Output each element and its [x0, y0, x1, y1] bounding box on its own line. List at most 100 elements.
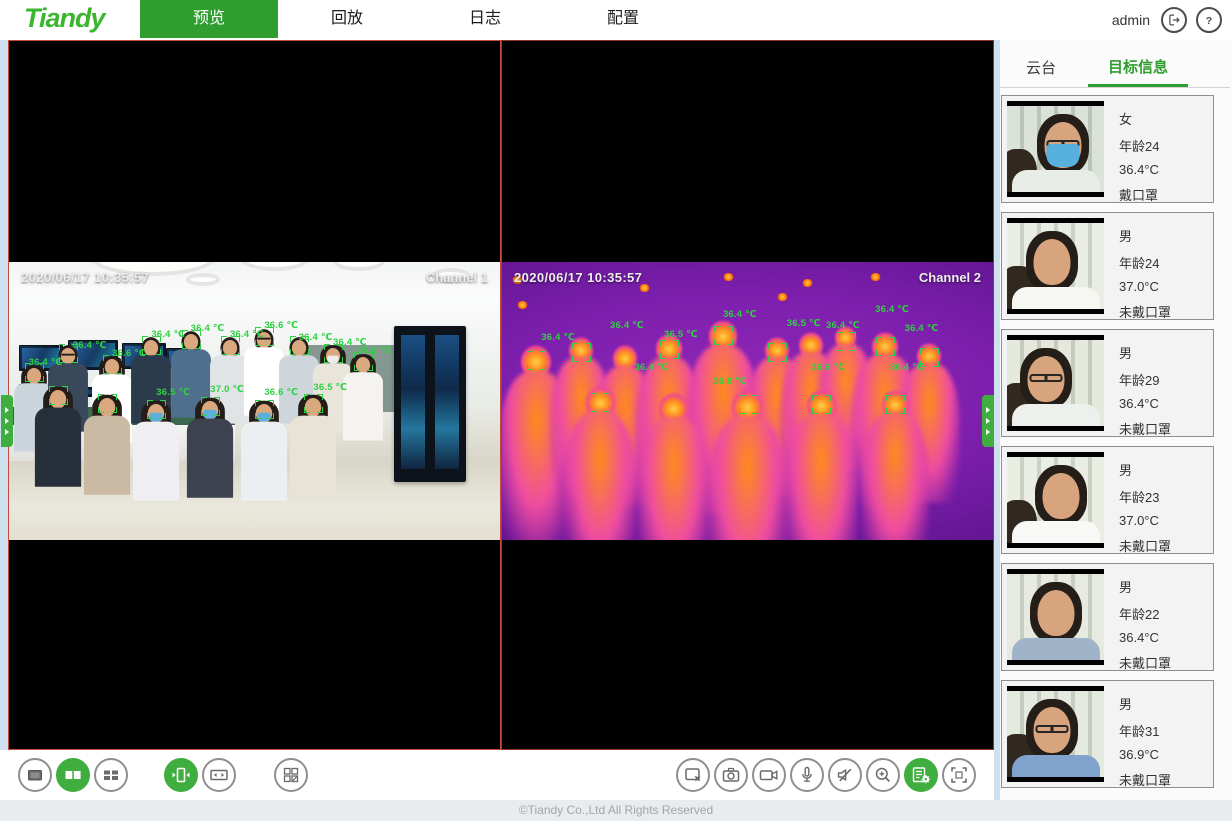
target-card[interactable]: 男 年龄22 36.4°C 未戴口罩	[1001, 563, 1214, 671]
username-label: admin	[1112, 12, 1150, 28]
mute-icon	[833, 763, 857, 787]
target-mask: 未戴口罩	[1119, 770, 1171, 789]
target-card[interactable]: 男 年龄29 36.4°C 未戴口罩	[1001, 329, 1214, 437]
target-age: 年龄24	[1119, 136, 1159, 155]
target-card[interactable]: 男 年龄31 36.9°C 未戴口罩	[1001, 680, 1214, 788]
temperature-overlay: 36.4 ℃	[541, 332, 575, 343]
original-ratio-icon	[207, 763, 231, 787]
collapse-handle-right[interactable]	[982, 395, 994, 447]
target-mask: 未戴口罩	[1119, 302, 1171, 321]
layout-quad-button[interactable]	[94, 758, 128, 792]
target-card[interactable]: 男 年龄24 37.0°C 未戴口罩	[1001, 212, 1214, 320]
temperature-overlay: 36.4 ℃	[230, 329, 264, 340]
zoom-in-button[interactable]	[866, 758, 900, 792]
top-nav: Tiandy 预览回放日志配置 admin ?	[0, 0, 1232, 40]
temperature-overlay: 36.5 ℃	[787, 318, 821, 329]
stretch-fill-button[interactable]	[164, 758, 198, 792]
target-temp: 36.9°C	[1119, 747, 1171, 762]
channel-grid-icon	[279, 763, 303, 787]
collapse-handle-left[interactable]	[1, 395, 13, 447]
mic-button[interactable]	[790, 758, 824, 792]
temperature-overlay: 36.4 ℃	[191, 323, 225, 334]
record-icon	[757, 763, 781, 787]
temperature-overlay: 36.4 ℃	[723, 309, 757, 320]
target-photo	[1007, 218, 1104, 314]
target-temp: 36.4°C	[1119, 630, 1171, 645]
target-info: 男 年龄23 37.0°C 未戴口罩	[1104, 447, 1171, 553]
target-gender: 男	[1119, 226, 1171, 245]
channel-1-video: 2020/06/17 10:35:57 Channel 1 36.4 ℃36.4…	[9, 262, 500, 540]
target-temp: 36.4°C	[1119, 162, 1159, 177]
nav-tabs: 预览回放日志配置	[140, 0, 692, 40]
video-pane-channel-2[interactable]: 2020/06/17 10:35:57 Channel 2 36.4 ℃36.4…	[501, 40, 994, 750]
footer: ©Tiandy Co.,Ltd All Rights Reserved	[0, 800, 1232, 821]
svg-text:?: ?	[1206, 15, 1212, 27]
temperature-overlay: 36.4 ℃	[151, 329, 185, 340]
temperature-overlay: 36.4 ℃	[890, 362, 924, 373]
nav-tab-3[interactable]: 配置	[554, 0, 692, 38]
channel-grid-button[interactable]	[274, 758, 308, 792]
layout-dual-button[interactable]	[56, 758, 90, 792]
logout-button[interactable]	[1161, 7, 1187, 33]
target-temp: 37.0°C	[1119, 513, 1171, 528]
temperature-overlay: 36.6 ℃	[264, 320, 298, 331]
temperature-overlay: 37.0 ℃	[210, 384, 244, 395]
target-info: 女 年龄24 36.4°C 戴口罩	[1104, 96, 1159, 202]
target-age: 年龄31	[1119, 721, 1171, 740]
layout-single-button[interactable]	[18, 758, 52, 792]
target-shoulders	[1012, 287, 1100, 314]
digital-zoom-icon	[947, 763, 971, 787]
video-area: 2020/06/17 10:35:57 Channel 1 36.4 ℃36.4…	[0, 40, 994, 800]
target-temp: 36.4°C	[1119, 396, 1171, 411]
snapshot-icon	[719, 763, 743, 787]
temperature-overlay: 36.4 ℃	[875, 304, 909, 315]
close-all-icon	[681, 763, 705, 787]
close-all-button[interactable]	[676, 758, 710, 792]
channel-2-video: 2020/06/17 10:35:57 Channel 2 36.4 ℃36.4…	[502, 262, 993, 540]
target-info: 男 年龄31 36.9°C 未戴口罩	[1104, 681, 1171, 787]
target-photo	[1007, 452, 1104, 548]
mute-button[interactable]	[828, 758, 862, 792]
snapshot-button[interactable]	[714, 758, 748, 792]
target-shoulders	[1012, 404, 1100, 431]
temperature-overlay: 36.5 ℃	[664, 329, 698, 340]
glasses	[1029, 374, 1062, 382]
target-info-button[interactable]	[904, 758, 938, 792]
temperature-overlay: 36.6 ℃	[264, 387, 298, 398]
original-ratio-button[interactable]	[202, 758, 236, 792]
temperature-overlay: 36.4 ℃	[635, 362, 669, 373]
layout-quad-icon	[99, 763, 123, 787]
sidebar-tab-ptz[interactable]: 云台	[1020, 51, 1062, 87]
sidebar-tab-target-info[interactable]: 目标信息	[1088, 50, 1188, 87]
help-button[interactable]: ?	[1196, 7, 1222, 33]
glasses	[1035, 725, 1068, 733]
temperature-overlay: 36.6 ℃	[112, 348, 146, 359]
copyright-text: ©Tiandy Co.,Ltd All Rights Reserved	[519, 803, 713, 817]
target-mask: 戴口罩	[1119, 185, 1159, 204]
temperature-overlay: 36.6 ℃	[811, 362, 845, 373]
target-age: 年龄29	[1119, 370, 1171, 389]
target-age: 年龄22	[1119, 604, 1171, 623]
target-info: 男 年龄22 36.4°C 未戴口罩	[1104, 564, 1171, 670]
sidebar-tabs: 云台目标信息	[1020, 50, 1188, 87]
target-age: 年龄23	[1119, 487, 1171, 506]
target-card[interactable]: 女 年龄24 36.4°C 戴口罩	[1001, 95, 1214, 203]
video-pane-channel-1[interactable]: 2020/06/17 10:35:57 Channel 1 36.4 ℃36.4…	[8, 40, 501, 750]
temperature-overlay: 36.5 ℃	[313, 382, 347, 393]
mic-icon	[795, 763, 819, 787]
temperature-overlay: 36.4 ℃	[905, 323, 939, 334]
nav-tab-1[interactable]: 回放	[278, 0, 416, 38]
toolbar-layout-group	[18, 758, 308, 792]
temperature-overlay: 36.4 ℃	[826, 320, 860, 331]
record-button[interactable]	[752, 758, 786, 792]
temperature-overlay: 36.4 ℃	[610, 320, 644, 331]
target-temp: 37.0°C	[1119, 279, 1171, 294]
nav-tab-0[interactable]: 预览	[140, 0, 278, 38]
sidebar-divider	[1000, 87, 1230, 88]
digital-zoom-button[interactable]	[942, 758, 976, 792]
help-icon: ?	[1200, 11, 1218, 29]
target-shoulders	[1012, 755, 1100, 782]
brand-logo: Tiandy	[24, 3, 105, 34]
nav-tab-2[interactable]: 日志	[416, 0, 554, 38]
target-card[interactable]: 男 年龄23 37.0°C 未戴口罩	[1001, 446, 1214, 554]
